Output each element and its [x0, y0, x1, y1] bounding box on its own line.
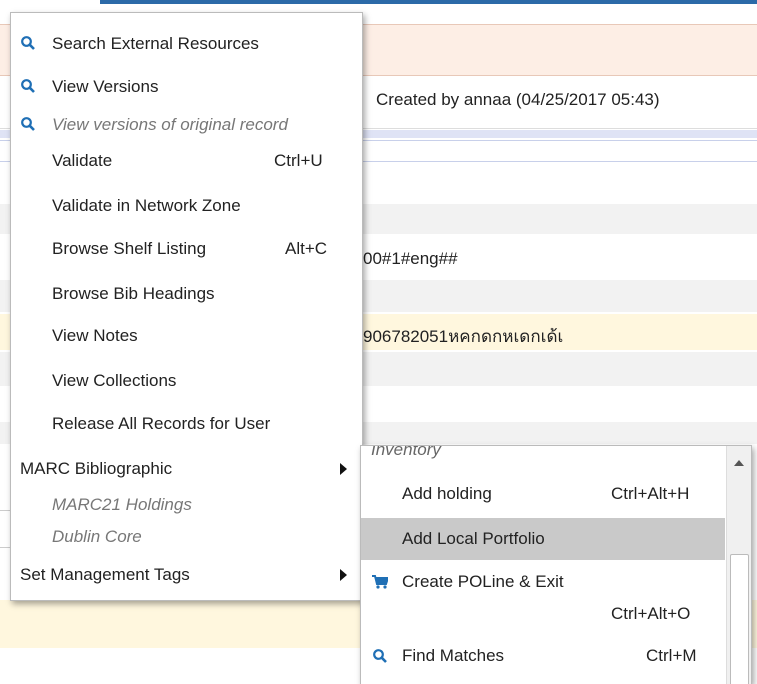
view-versions-item[interactable]: View Versions: [11, 67, 362, 107]
browse-shelf-listing-label: Browse Shelf Listing: [52, 239, 207, 258]
browse-bib-headings-item[interactable]: Browse Bib Headings: [11, 274, 362, 314]
create-poline-exit-shortcut: Ctrl+Alt+O: [611, 604, 691, 623]
created-by-text: Created by annaa (04/25/2017 05:43): [376, 90, 660, 109]
release-all-records-label: Release All Records for User: [52, 414, 271, 433]
view-original-versions-item[interactable]: View versions of original record: [11, 105, 362, 145]
validate-network-zone-label: Validate in Network Zone: [52, 196, 241, 215]
create-poline-exit-label: Create POLine & Exit: [402, 572, 564, 591]
add-holding-label: Add holding: [402, 484, 492, 503]
search-external-resources-label: Search External Resources: [52, 34, 259, 53]
validate-shortcut: Ctrl+U: [274, 151, 323, 170]
browse-shelf-listing-item[interactable]: Browse Shelf Listing Alt+C: [11, 229, 362, 269]
scroll-up-arrow-icon[interactable]: [734, 460, 744, 466]
view-collections-item[interactable]: View Collections: [11, 361, 362, 401]
submenu-arrow-icon: [340, 463, 347, 475]
add-local-portfolio-item[interactable]: Add Local Portfolio: [361, 518, 725, 560]
top-accent-line: [100, 0, 757, 4]
submenu-arrow-icon: [340, 569, 347, 581]
find-matches-shortcut: Ctrl+M: [646, 646, 697, 665]
field-008-text: 00#1#eng##: [363, 249, 458, 268]
search-external-resources-item[interactable]: Search External Resources: [11, 24, 362, 64]
add-local-portfolio-label: Add Local Portfolio: [402, 529, 545, 548]
add-holding-shortcut: Ctrl+Alt+H: [611, 484, 690, 503]
search-icon: [21, 36, 35, 50]
cart-icon: [372, 575, 388, 589]
search-icon: [21, 79, 35, 93]
add-holding-item[interactable]: Add holding Ctrl+Alt+H: [361, 474, 725, 514]
dublin-core-label: Dublin Core: [52, 527, 142, 546]
set-management-tags-label: Set Management Tags: [20, 565, 190, 584]
validate-network-zone-item[interactable]: Validate in Network Zone: [11, 186, 362, 226]
dublin-core-item[interactable]: Dublin Core: [11, 517, 362, 557]
validate-item[interactable]: Validate Ctrl+U: [11, 141, 362, 181]
set-management-tags-item[interactable]: Set Management Tags: [11, 555, 362, 595]
view-original-versions-label: View versions of original record: [52, 115, 288, 134]
field-020-text: 906782051หคกดกหเดกเด้เ: [363, 327, 564, 346]
view-notes-item[interactable]: View Notes: [11, 316, 362, 356]
view-versions-label: View Versions: [52, 77, 159, 96]
main-context-menu: Search External Resources View Versions …: [10, 12, 363, 601]
create-poline-exit-item[interactable]: Create POLine & Exit Ctrl+Alt+O: [361, 562, 725, 632]
inventory-submenu: Inventory Add holding Ctrl+Alt+H Add Loc…: [360, 445, 752, 684]
marc-bibliographic-label: MARC Bibliographic: [20, 459, 173, 478]
search-icon: [21, 117, 35, 131]
view-collections-label: View Collections: [52, 371, 177, 390]
browse-bib-headings-label: Browse Bib Headings: [52, 284, 215, 303]
top-bar: [0, 0, 757, 8]
find-matches-item[interactable]: Find Matches Ctrl+M: [361, 636, 725, 676]
scrollbar-thumb[interactable]: [730, 554, 749, 684]
release-all-records-item[interactable]: Release All Records for User: [11, 404, 362, 444]
submenu-scrollbar[interactable]: [726, 446, 751, 684]
view-notes-label: View Notes: [52, 326, 138, 345]
search-icon: [373, 649, 387, 663]
marc-bibliographic-item[interactable]: MARC Bibliographic: [11, 449, 362, 489]
find-matches-label: Find Matches: [402, 646, 505, 665]
inventory-section-header: Inventory: [371, 445, 441, 459]
browse-shelf-listing-shortcut: Alt+C: [285, 239, 328, 258]
validate-label: Validate: [52, 151, 113, 170]
marc21-holdings-label: MARC21 Holdings: [52, 495, 192, 514]
